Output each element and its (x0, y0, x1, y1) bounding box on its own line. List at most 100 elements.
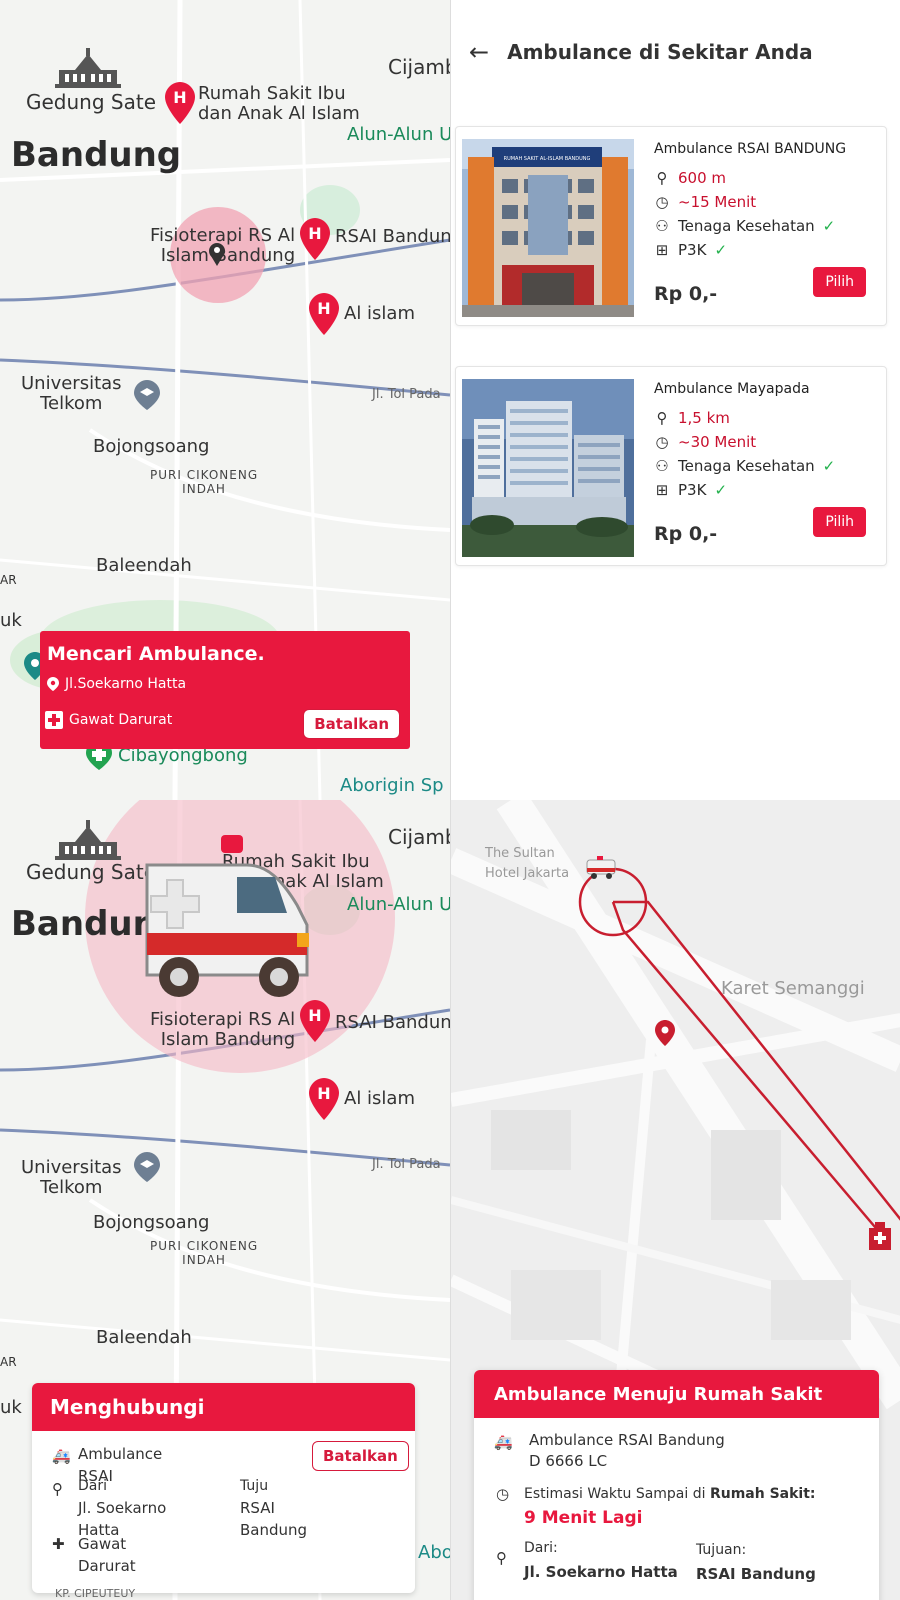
kit-row: ⊞ P3K ✓ (654, 241, 874, 259)
ambulance-card[interactable]: RUMAH SAKIT AL-ISLAM BANDUNG Ambulance R… (455, 126, 887, 326)
screen-searching: Gedung Sate Cijamb H Rumah Sakit Ibu dan… (0, 0, 450, 800)
map-label-cijamb: Cijamb (388, 55, 450, 79)
map-label-universitas: Universitas Telkom (21, 1157, 122, 1198)
ambulance-card[interactable]: Ambulance Mayapada ⚲ 1,5 km ◷ ~30 Menit ⚇ T… (455, 366, 887, 566)
eta-label-bold: Rumah Sakit: (709, 1486, 816, 1502)
first-aid-icon: ⊞ (655, 241, 669, 259)
medical-cross-icon (45, 711, 63, 729)
hospital-pin-icon[interactable]: H (300, 218, 330, 260)
time-text: ~15 Menit (678, 193, 757, 211)
screen-en-route: The Sultan Hotel Jakarta Karet Semanggi … (450, 800, 900, 1600)
map-label-rsai-bandung: RSAI Bandun (335, 226, 450, 247)
ambulance-info: Ambulance Mayapada ⚲ 1,5 km ◷ ~30 Menit ⚇ T… (654, 381, 874, 505)
emergency-text: Gawat Darurat (69, 712, 173, 728)
check-icon: ✓ (714, 241, 728, 259)
screen-ambulance-list: ← Ambulance di Sekitar Anda RUMAH SAKIT … (450, 0, 900, 800)
hospital-photo (462, 379, 634, 557)
map-label-bandung: Bandung (11, 135, 182, 175)
emergency-row: Gawat Darurat (45, 711, 172, 729)
svg-text:H: H (173, 88, 186, 107)
connecting-card: Menghubungi 🚑 Ambulance RSAI Batalkan ⚲ … (32, 1383, 415, 1593)
to-value: RSAI Bandung (240, 1499, 308, 1539)
ambulance-info: Ambulance RSAI BANDUNG ⚲ 600 m ◷ ~15 Menit… (654, 141, 874, 265)
medical-cross-icon: ✚ (52, 1535, 65, 1553)
select-button[interactable]: Pilih (813, 507, 866, 537)
staff-row: ⚇ Tenaga Kesehatan ✓ (654, 457, 874, 475)
staff-text: Tenaga Kesehatan (678, 457, 815, 475)
map-label-puri: PURI CIKONENG INDAH (150, 1239, 259, 1267)
cancel-button[interactable]: Batalkan (303, 709, 400, 739)
svg-text:H: H (317, 1084, 330, 1103)
back-arrow-icon[interactable]: ← (469, 38, 489, 66)
map-label-bojongsoang: Bojongsoang (93, 436, 210, 457)
time-row: ◷ ~30 Menit (654, 433, 874, 451)
school-pin-icon (134, 1152, 160, 1182)
hospital-pin-icon[interactable]: H (300, 1000, 330, 1042)
ambulance-icon: 🚑 (52, 1447, 71, 1465)
plate-number: D 6666 LC (529, 1452, 608, 1470)
clock-icon: ◷ (655, 433, 669, 451)
searching-card: Mencari Ambulance. Jl.Soekarno Hatta Gaw… (40, 631, 410, 749)
from-label: Dari: (524, 1540, 558, 1556)
location-icon: ⚲ (656, 169, 668, 187)
to-label: Tuju (240, 1478, 269, 1494)
address-row: Jl.Soekarno Hatta (47, 676, 186, 692)
screen-connecting: Gedung Sate Cijamb Rumah Sakit Ibu dan A… (0, 800, 450, 1600)
time-text: ~30 Menit (678, 433, 757, 451)
svg-text:H: H (308, 1006, 321, 1025)
connecting-title: Menghubungi (32, 1383, 415, 1431)
hospital-pin-icon[interactable]: H (309, 1078, 339, 1120)
select-button[interactable]: Pilih (813, 267, 866, 297)
distance-row: ⚲ 1,5 km (654, 409, 874, 427)
map-label-baleendah: Baleendah (96, 1327, 192, 1348)
price-text: Rp 0,- (654, 523, 718, 545)
hospital-pin-icon[interactable]: H (165, 82, 195, 124)
map-label-ar: AR (0, 1355, 17, 1369)
map-label-puri: PURI CIKONENG INDAH (150, 468, 259, 496)
check-icon: ✓ (714, 481, 728, 499)
building-sign: RUMAH SAKIT AL-ISLAM BANDUNG (504, 156, 591, 162)
svg-text:H: H (308, 224, 321, 243)
en-route-title: Ambulance Menuju Rumah Sakit (474, 1370, 879, 1418)
distance-row: ⚲ 600 m (654, 169, 874, 187)
map-label-hotel: The Sultan Hotel Jakarta (485, 846, 570, 881)
map-label-alun-alun: Alun-Alun U (347, 124, 450, 145)
map-label-tol: Jl. Tol Pada (372, 1157, 441, 1172)
map-label-fisioterapi: Fisioterapi RS Al Islam Bandung (150, 1009, 296, 1050)
to-label: Tujuan: (696, 1542, 747, 1558)
eta-label-text: Estimasi Waktu Sampai di (524, 1486, 710, 1502)
eta-label: Estimasi Waktu Sampai di Rumah Sakit: (524, 1484, 816, 1505)
user-location-icon (209, 243, 225, 266)
map-label-cijamb: Cijamb (388, 825, 450, 849)
kit-row: ⊞ P3K ✓ (654, 481, 874, 499)
check-icon: ✓ (822, 217, 836, 235)
address-text: Jl.Soekarno Hatta (65, 676, 187, 692)
distance-text: 1,5 km (678, 409, 730, 427)
landmark-icon (55, 48, 121, 88)
cancel-button[interactable]: Batalkan (312, 1441, 409, 1471)
map-label-kp: KP. CIPEUTEUY (55, 1587, 136, 1600)
ambulance-name: Ambulance RSAI Bandung (529, 1431, 725, 1449)
map-label-tol: Jl. Tol Pada (372, 387, 441, 402)
ambulance-icon (145, 835, 309, 997)
map-label-aborigin: Aborigin Sp (418, 1542, 450, 1563)
header: ← Ambulance di Sekitar Anda (469, 38, 813, 66)
ambulance-marker-icon (586, 856, 616, 879)
map-label-uk: uk (0, 610, 22, 631)
staff-row: ⚇ Tenaga Kesehatan ✓ (654, 217, 874, 235)
map-label-uk: uk (0, 1397, 22, 1418)
to-value: RSAI Bandung (696, 1565, 816, 1583)
location-pin-icon (655, 1020, 675, 1046)
map-label-karet: Karet Semanggi (721, 978, 865, 999)
location-icon: ⚲ (52, 1480, 63, 1498)
location-icon: ⚲ (656, 409, 668, 427)
searching-title: Mencari Ambulance. (47, 643, 265, 665)
hospital-pin-icon[interactable]: H (309, 293, 339, 335)
map-label-rsai-bandung: RSAI Bandun (335, 1012, 450, 1033)
distance-text: 600 m (678, 169, 727, 187)
person-icon: ⚇ (655, 217, 669, 235)
person-icon: ⚇ (655, 457, 669, 475)
clock-icon: ◷ (655, 193, 669, 211)
map-label-al-islam: Al islam (344, 303, 415, 324)
kit-text: P3K (678, 481, 707, 499)
